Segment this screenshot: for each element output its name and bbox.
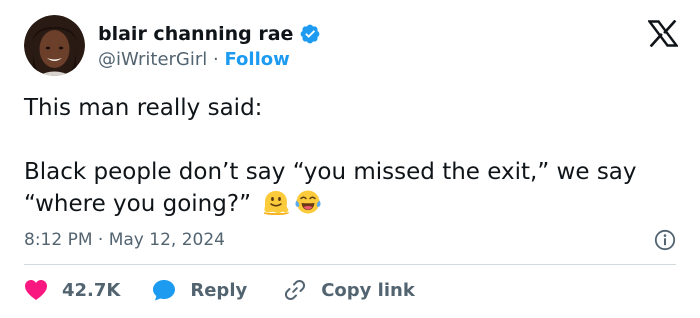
like-button[interactable]: 42.7K (24, 279, 120, 301)
reply-button[interactable]: Reply (152, 279, 247, 301)
like-count: 42.7K (62, 279, 121, 301)
heart-icon (24, 279, 48, 301)
reply-label: Reply (190, 279, 248, 301)
tweet-text: This man really said: Black people don’t… (24, 92, 674, 220)
author-handle-row: @iWriterGirl · Follow (98, 49, 290, 71)
divider (24, 264, 676, 265)
handle-separator: · (213, 49, 219, 70)
author-display-name[interactable]: blair channing rae (98, 23, 293, 45)
tweet-actions: 42.7K Reply Copy link (24, 276, 415, 304)
author-handle[interactable]: @iWriterGirl (98, 49, 207, 70)
x-logo-icon[interactable] (647, 19, 679, 48)
tears-of-joy-emoji (294, 188, 322, 216)
copy-link-button[interactable]: Copy link (283, 278, 415, 302)
author-name-row: blair channing rae (98, 23, 321, 45)
tweet-card: blair channing rae @iWriterGirl · Follow… (0, 0, 700, 318)
info-icon[interactable] (654, 229, 676, 251)
copy-link-label: Copy link (321, 279, 415, 301)
link-icon (283, 278, 307, 302)
tweet-body: This man really said: Black people don’t… (24, 95, 637, 217)
reply-bubble-icon (152, 279, 176, 301)
melting-face-emoji (262, 188, 290, 216)
verified-badge-icon (299, 23, 321, 45)
follow-button[interactable]: Follow (224, 49, 289, 70)
tweet-timestamp[interactable]: 8:12 PM · May 12, 2024 (24, 229, 225, 251)
avatar[interactable] (24, 15, 85, 76)
